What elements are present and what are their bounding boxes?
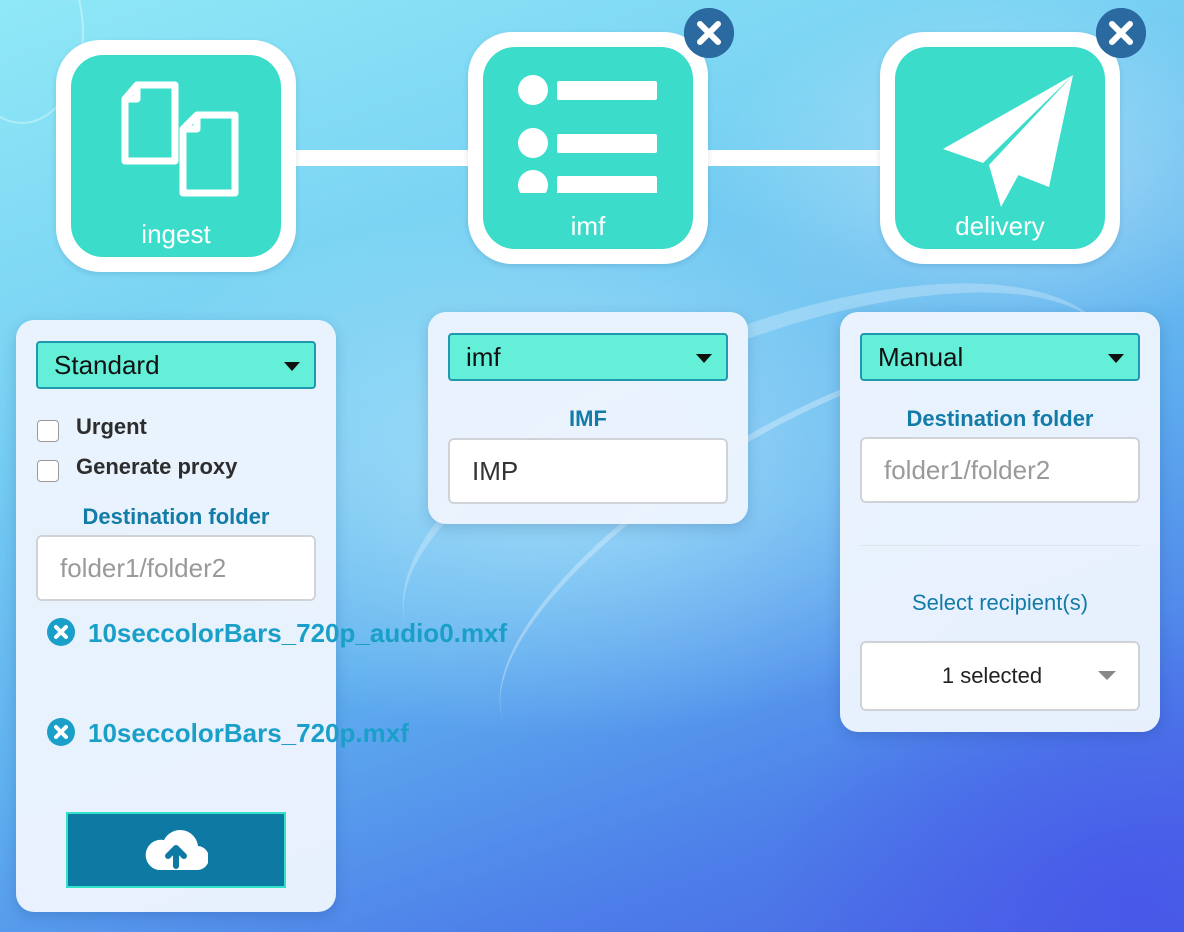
workflow-connector	[290, 150, 480, 166]
workflow-node-delivery[interactable]: delivery	[880, 32, 1120, 264]
generate-proxy-label: Generate proxy	[76, 454, 238, 479]
workflow-node-ingest[interactable]: ingest	[56, 40, 296, 272]
files-icon	[121, 81, 239, 197]
delivery-destination-input[interactable]	[860, 437, 1140, 503]
ingest-destination-input[interactable]	[36, 535, 316, 601]
node-body: imf	[483, 47, 693, 249]
caret-down-icon	[696, 354, 712, 363]
remove-imf-node-button[interactable]	[684, 8, 734, 58]
imf-label: IMF	[569, 406, 607, 431]
file-item: 10seccolorBars_720p.mxf	[46, 713, 409, 793]
cloud-upload-icon	[145, 830, 208, 871]
destination-folder-label: Destination folder	[906, 406, 1094, 431]
node-body: delivery	[895, 47, 1105, 249]
select-value: Manual	[878, 342, 964, 372]
imf-profile-select[interactable]: imf	[448, 333, 728, 381]
node-body: ingest	[71, 55, 281, 257]
list-icon	[518, 75, 657, 193]
workflow-connector	[700, 150, 890, 166]
recipients-value: 1 selected	[941, 663, 1043, 688]
caret-down-icon	[1098, 671, 1116, 680]
node-label: delivery	[955, 211, 1045, 241]
file-item: 10seccolorBars_720p_audio0.mxf	[46, 613, 508, 693]
select-value: Standard	[54, 350, 160, 380]
delivery-mode-select[interactable]: Manual	[860, 333, 1140, 381]
close-icon	[1096, 8, 1146, 58]
node-label: ingest	[141, 219, 211, 249]
select-value: imf	[466, 342, 501, 372]
divider	[860, 545, 1140, 546]
paper-plane-icon	[943, 75, 1073, 207]
caret-down-icon	[1108, 354, 1124, 363]
file-name: 10seccolorBars_720p.mxf	[88, 718, 409, 748]
node-label: imf	[570, 211, 606, 241]
urgent-label: Urgent	[76, 414, 147, 439]
remove-delivery-node-button[interactable]	[1096, 8, 1146, 58]
caret-down-icon	[284, 362, 300, 371]
select-recipients-label: Select recipient(s)	[911, 590, 1089, 615]
imf-input[interactable]	[448, 438, 728, 504]
file-name: 10seccolorBars_720p_audio0.mxf	[88, 618, 508, 648]
ingest-profile-select[interactable]: Standard	[36, 341, 316, 389]
generate-proxy-checkbox[interactable]	[37, 460, 59, 482]
workflow-node-imf[interactable]: imf	[468, 32, 708, 264]
close-icon	[684, 8, 734, 58]
urgent-checkbox[interactable]	[37, 420, 59, 442]
recipients-select[interactable]: 1 selected	[860, 641, 1140, 711]
upload-button[interactable]	[66, 812, 286, 888]
destination-folder-label: Destination folder	[82, 504, 270, 529]
